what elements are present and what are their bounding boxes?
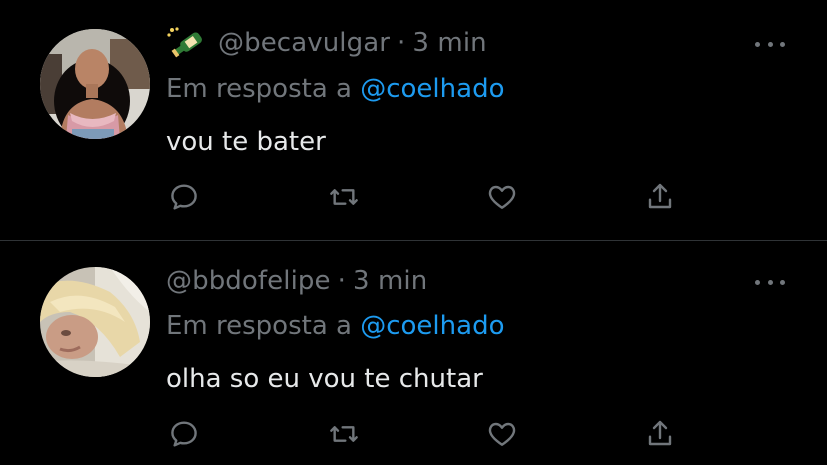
- tweet-actions: [166, 180, 686, 214]
- retweet-button[interactable]: [326, 417, 362, 451]
- avatar[interactable]: [40, 267, 150, 377]
- heart-icon: [488, 185, 516, 209]
- reply-prefix: Em resposta a: [166, 74, 352, 104]
- avatar-photo-icon: [40, 29, 150, 139]
- avatar-photo-icon: [40, 267, 150, 377]
- more-options-icon[interactable]: [755, 272, 785, 292]
- tweet-header: @becavulgar · 3 min: [166, 27, 487, 59]
- share-button[interactable]: [642, 417, 678, 451]
- retweet-icon: [330, 189, 358, 205]
- reply-button[interactable]: [166, 417, 202, 451]
- reply-button[interactable]: [166, 180, 202, 214]
- comment-icon: [171, 184, 197, 210]
- comment-icon: [171, 421, 197, 447]
- separator-dot: ·: [337, 266, 346, 296]
- avatar[interactable]: [40, 29, 150, 139]
- reply-mention-link[interactable]: @coelhado: [360, 311, 504, 341]
- share-button[interactable]: [642, 180, 678, 214]
- retweet-icon: [330, 426, 358, 442]
- user-handle[interactable]: @becavulgar: [218, 28, 390, 58]
- like-button[interactable]: [484, 180, 520, 214]
- reply-prefix: Em resposta a: [166, 311, 352, 341]
- tweet-actions: [166, 417, 686, 451]
- tweet-header: @bbdofelipe · 3 min: [166, 265, 427, 297]
- timestamp[interactable]: 3 min: [353, 266, 427, 296]
- champagne-icon: [166, 26, 210, 60]
- tweet-text: vou te bater: [166, 127, 326, 157]
- like-button[interactable]: [484, 417, 520, 451]
- reply-context: Em resposta a @coelhado: [166, 74, 504, 104]
- tweet[interactable]: @bbdofelipe · 3 min Em resposta a @coelh…: [0, 242, 827, 465]
- reply-mention-link[interactable]: @coelhado: [360, 74, 504, 104]
- share-icon: [648, 183, 672, 209]
- more-options-icon[interactable]: [755, 34, 785, 54]
- tweet-text: olha so eu vou te chutar: [166, 364, 483, 394]
- tweet[interactable]: @becavulgar · 3 min Em resposta a @coelh…: [0, 0, 827, 241]
- separator-dot: ·: [397, 28, 406, 58]
- reply-context: Em resposta a @coelhado: [166, 311, 504, 341]
- retweet-button[interactable]: [326, 180, 362, 214]
- user-handle[interactable]: @bbdofelipe: [166, 266, 331, 296]
- heart-icon: [488, 422, 516, 446]
- share-icon: [648, 420, 672, 446]
- timestamp[interactable]: 3 min: [412, 28, 486, 58]
